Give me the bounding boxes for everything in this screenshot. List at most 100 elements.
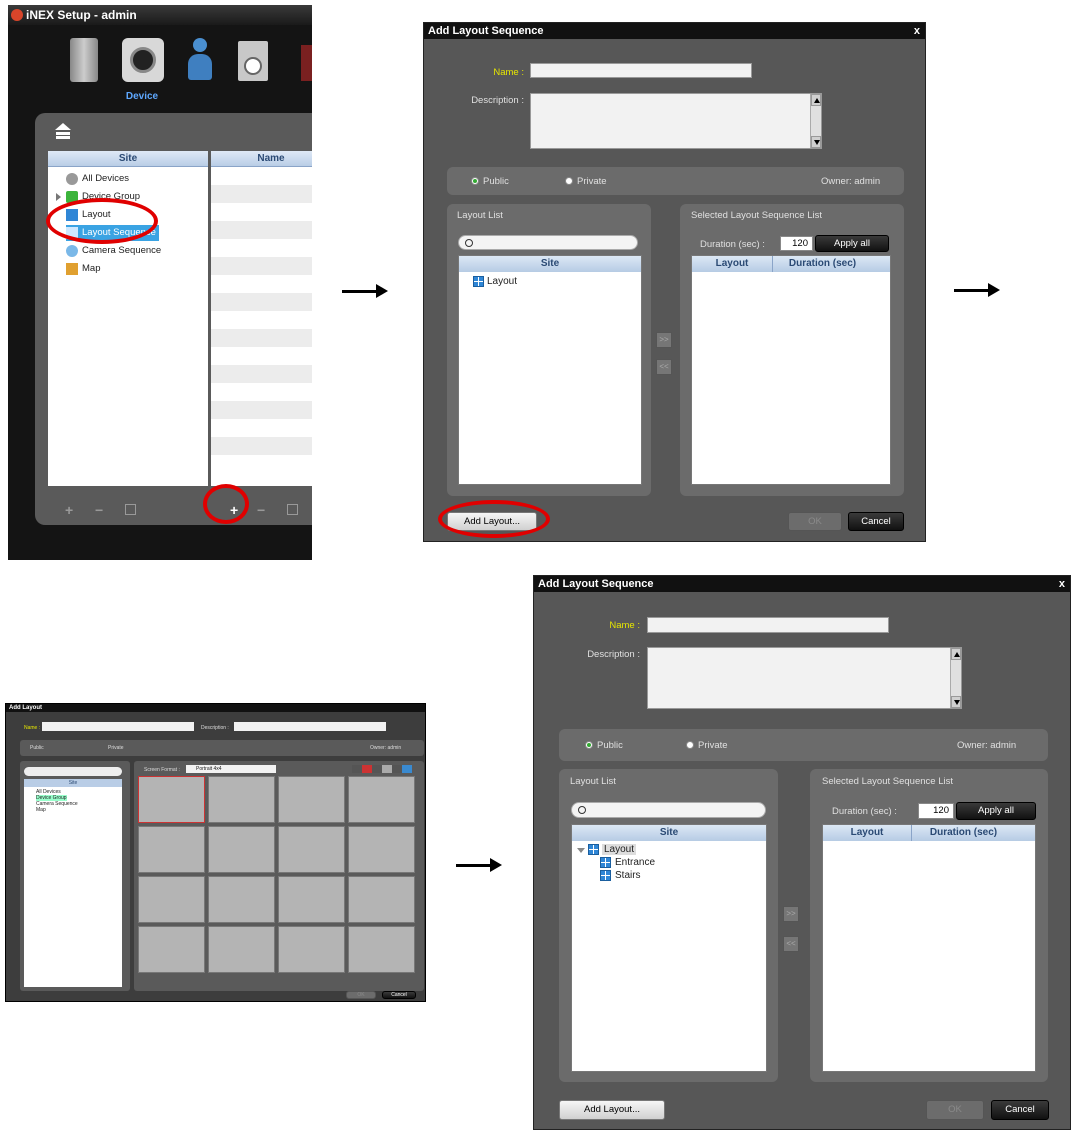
dialog2-name-label: Name : xyxy=(609,620,640,631)
server-icon[interactable] xyxy=(70,38,98,82)
more-icon[interactable] xyxy=(301,45,312,81)
mini-name-field[interactable] xyxy=(42,722,194,731)
mini-grid-cell[interactable] xyxy=(348,926,415,973)
upload-icon[interactable] xyxy=(55,123,71,139)
dialog2-tree-layout[interactable]: Layout xyxy=(602,844,637,855)
user-icon[interactable] xyxy=(186,38,214,82)
tree-item-camera-sequence[interactable]: Camera Sequence xyxy=(66,243,161,259)
mini-screen-format-select[interactable]: Portrait 4x4 xyxy=(186,765,276,773)
dialog2-access-group: Public Private Owner: admin xyxy=(559,729,1048,761)
dialog1-close-icon[interactable]: x xyxy=(914,23,920,39)
mini-description-field[interactable] xyxy=(234,722,386,731)
dialog2-description-field[interactable] xyxy=(647,647,962,709)
dialog2-private-radio[interactable] xyxy=(686,741,694,749)
dialog2-tree-entrance[interactable]: Entrance xyxy=(615,857,655,868)
dialog1-ok-button[interactable]: OK xyxy=(788,512,842,531)
dialog2-duration-input[interactable]: 120 xyxy=(918,803,954,819)
dialog1-name-field[interactable] xyxy=(530,63,752,78)
dialog1-title: Add Layout Sequence xyxy=(428,25,544,37)
dialog1-layout-list-label: Layout List xyxy=(457,210,503,221)
mini-grid-cell[interactable] xyxy=(208,926,275,973)
dialog1-search-input[interactable] xyxy=(458,235,638,250)
device-icon[interactable] xyxy=(122,38,164,82)
name-edit-button[interactable] xyxy=(287,504,298,515)
mini-grid-cell[interactable] xyxy=(208,776,275,823)
mini-tree-map[interactable]: Map xyxy=(36,807,46,813)
dialog1-move-left-button[interactable]: << xyxy=(656,359,672,375)
mini-cancel-button[interactable]: Cancel xyxy=(382,991,416,999)
collapse-icon[interactable] xyxy=(577,848,585,853)
mini-ok-button[interactable]: OK xyxy=(346,991,376,999)
mini-grid-cell[interactable] xyxy=(208,826,275,873)
tree-item-map[interactable]: Map xyxy=(66,261,100,277)
dialog2-public-label: Public xyxy=(597,740,623,751)
scroll-down-icon[interactable] xyxy=(811,136,821,148)
dialog1-public-radio[interactable] xyxy=(471,177,479,185)
dialog1-description-scrollbar[interactable] xyxy=(810,94,821,148)
schedule-icon[interactable] xyxy=(238,41,268,81)
dialog2-search-input[interactable] xyxy=(571,802,766,818)
device-tab-label: Device xyxy=(125,91,159,102)
dialog2-selected-list-label: Selected Layout Sequence List xyxy=(822,776,953,787)
mini-grid-cell[interactable] xyxy=(348,776,415,823)
dialog1-apply-all-button[interactable]: Apply all xyxy=(815,235,889,252)
scroll-up-icon[interactable] xyxy=(951,648,961,660)
mini-grid-cell[interactable] xyxy=(138,826,205,873)
dialog2-ok-button[interactable]: OK xyxy=(926,1100,984,1120)
mini-grid-cell[interactable] xyxy=(138,876,205,923)
add-layout-sequence-dialog-2: Add Layout Sequence x Name : Description… xyxy=(533,575,1071,1130)
dialog1-duration-label: Duration (sec) : xyxy=(700,239,765,250)
dialog1-selected-list-group: Selected Layout Sequence List Duration (… xyxy=(680,204,904,496)
mini-private-label[interactable]: Private xyxy=(108,745,124,751)
mini-site-group: Site All Devices Device Group Camera Seq… xyxy=(20,761,130,991)
name-header: Name xyxy=(211,151,312,167)
site-add-button[interactable]: + xyxy=(65,502,73,518)
dialog1-cancel-button[interactable]: Cancel xyxy=(848,512,904,531)
dialog2-move-left-button[interactable]: << xyxy=(783,936,799,952)
dialog2-name-field[interactable] xyxy=(647,617,889,633)
mini-grid-cell[interactable] xyxy=(348,876,415,923)
dialog2-apply-all-button[interactable]: Apply all xyxy=(956,802,1036,820)
dialog2-description-scrollbar[interactable] xyxy=(950,648,961,708)
mini-screen-format-label: Screen Format : xyxy=(144,767,180,773)
highlight-add-button xyxy=(203,484,249,524)
dialog2-selected-list: Layout Duration (sec) xyxy=(822,824,1036,1072)
scroll-down-icon[interactable] xyxy=(951,696,961,708)
mini-grid-cell[interactable] xyxy=(278,776,345,823)
dialog1-description-field[interactable] xyxy=(530,93,822,149)
dialog2-move-right-button[interactable]: >> xyxy=(783,906,799,922)
mini-grid-cell[interactable] xyxy=(278,826,345,873)
dialog2-cancel-button[interactable]: Cancel xyxy=(991,1100,1049,1120)
dialog1-name-label: Name : xyxy=(493,67,524,78)
site-header: Site xyxy=(48,151,208,167)
mini-grid-cell[interactable] xyxy=(278,876,345,923)
dialog1-duration-input[interactable]: 120 xyxy=(780,236,813,251)
mini-layout-tools[interactable] xyxy=(352,765,412,773)
scroll-up-icon[interactable] xyxy=(811,94,821,106)
dialog2-public-radio[interactable] xyxy=(585,741,593,749)
mini-site-tree: Site All Devices Device Group Camera Seq… xyxy=(24,779,122,987)
dialog1-move-right-button[interactable]: >> xyxy=(656,332,672,348)
site-remove-button[interactable]: − xyxy=(95,502,103,518)
mini-search-input[interactable] xyxy=(24,767,122,776)
mini-grid-cell[interactable] xyxy=(138,776,205,823)
name-remove-button[interactable]: − xyxy=(257,502,265,518)
dialog1-titlebar: Add Layout Sequence x xyxy=(424,23,925,39)
mini-title: Add Layout xyxy=(6,704,425,712)
mini-grid-cell[interactable] xyxy=(348,826,415,873)
mini-grid-cell[interactable] xyxy=(208,876,275,923)
site-edit-button[interactable] xyxy=(125,504,136,515)
mini-public-label[interactable]: Public xyxy=(30,745,44,751)
layout-icon xyxy=(588,844,599,855)
dialog1-private-radio[interactable] xyxy=(565,177,573,185)
dialog1-tree-layout[interactable]: Layout xyxy=(487,276,517,287)
mini-description-label: Description : xyxy=(201,725,229,731)
expand-icon[interactable] xyxy=(56,193,61,201)
dialog1-duration-column-header: Duration (sec) xyxy=(772,256,872,272)
mini-grid-cell[interactable] xyxy=(138,926,205,973)
tree-item-all-devices[interactable]: All Devices xyxy=(66,171,129,187)
dialog2-close-icon[interactable]: x xyxy=(1059,576,1065,592)
mini-grid-cell[interactable] xyxy=(278,926,345,973)
dialog2-add-layout-button[interactable]: Add Layout... xyxy=(559,1100,665,1120)
dialog2-tree-stairs[interactable]: Stairs xyxy=(615,870,641,881)
